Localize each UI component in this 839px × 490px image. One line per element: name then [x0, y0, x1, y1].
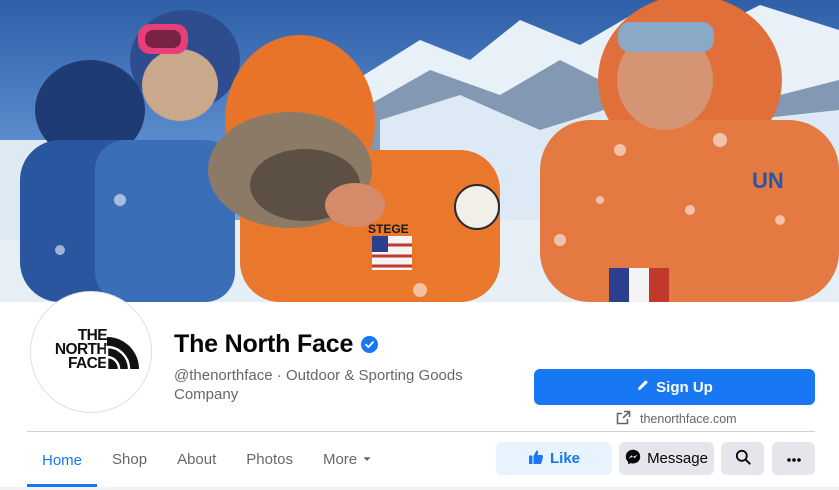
tab-about-label: About [177, 450, 217, 468]
like-label: Like [549, 450, 580, 467]
tab-shop-label: Shop [112, 450, 148, 468]
messenger-icon [625, 449, 641, 469]
sign-up-button[interactable]: Sign Up [534, 369, 815, 405]
logo-wordmark: THE NORTH FACE [43, 328, 108, 372]
external-link-icon [616, 410, 631, 428]
more-options-button[interactable] [772, 442, 815, 475]
cover-photo-illustration: STEGE UN [0, 0, 839, 302]
page-tabs: Home Shop About Photos More [27, 433, 387, 487]
tab-more-label: More [322, 450, 358, 468]
like-button[interactable]: Like [496, 442, 612, 475]
website-url: thenorthface.com [640, 412, 737, 426]
ellipsis-icon [786, 450, 802, 467]
message-label: Message [647, 450, 708, 467]
cover-photo[interactable]: STEGE UN [0, 0, 839, 302]
cover-sleeve-text: UN [752, 168, 784, 193]
pencil-icon [636, 378, 650, 396]
tab-photos[interactable]: Photos [231, 433, 308, 485]
tab-photos-label: Photos [246, 450, 293, 468]
tab-home-label: Home [42, 451, 83, 469]
thumbs-up-icon [528, 449, 544, 469]
tab-home[interactable]: Home [27, 433, 98, 487]
website-link[interactable]: thenorthface.com [616, 410, 737, 428]
tab-more[interactable]: More [308, 433, 387, 485]
north-face-logo: THE NORTH FACE [43, 328, 139, 375]
page-title: The North Face [174, 330, 379, 359]
message-button[interactable]: Message [619, 442, 714, 475]
search-icon [735, 449, 751, 469]
page-handle-category: @thenorthface · Outdoor & Sporting Goods… [174, 367, 463, 403]
facebook-page-header: STEGE UN THE NORTH FACE The North Face @… [0, 0, 839, 490]
half-dome-logo-icon [105, 337, 139, 369]
profile-picture[interactable]: THE NORTH FACE [31, 292, 151, 412]
verified-badge-icon [361, 336, 379, 353]
header-divider [27, 431, 815, 432]
page-name: The North Face [174, 330, 354, 358]
caret-down-icon [362, 451, 372, 468]
logo-line-3: FACE [68, 355, 108, 372]
sign-up-label: Sign Up [656, 378, 713, 396]
cover-patch-text: STEGE [368, 222, 409, 236]
tab-about[interactable]: About [162, 433, 231, 485]
tab-shop[interactable]: Shop [97, 433, 162, 485]
search-button[interactable] [721, 442, 764, 475]
